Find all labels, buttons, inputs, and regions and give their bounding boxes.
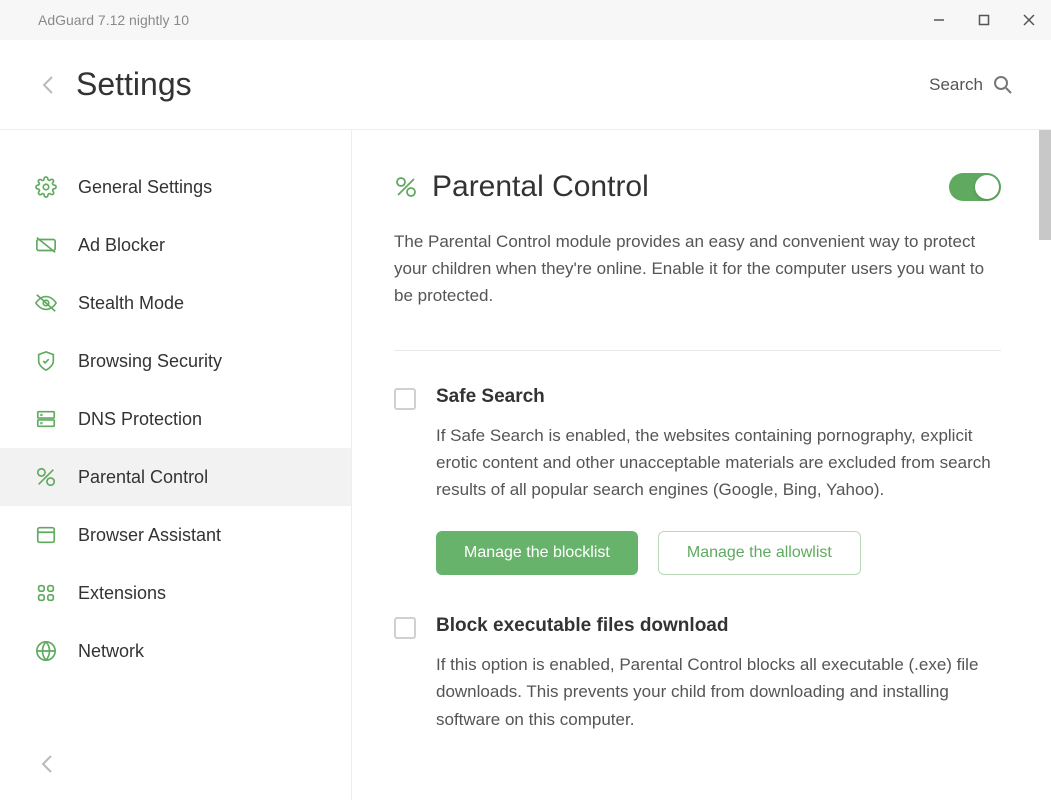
manage-blocklist-button[interactable]: Manage the blocklist xyxy=(436,531,638,575)
sidebar-item-label: General Settings xyxy=(78,177,212,198)
section-title: Parental Control xyxy=(432,170,649,204)
option-title: Block executable files download xyxy=(436,615,1001,637)
content-pane: Parental Control The Parental Control mo… xyxy=(352,130,1051,800)
sidebar-item-assistant[interactable]: Browser Assistant xyxy=(0,506,351,564)
sidebar-item-general[interactable]: General Settings xyxy=(0,158,351,216)
globe-icon xyxy=(34,639,58,663)
parental-icon xyxy=(394,175,418,199)
button-row: Manage the blocklist Manage the allowlis… xyxy=(436,531,1001,575)
sidebar-item-parental[interactable]: Parental Control xyxy=(0,448,351,506)
search-icon xyxy=(993,75,1013,95)
option-title: Safe Search xyxy=(436,386,1001,408)
sidebar-item-network[interactable]: Network xyxy=(0,622,351,680)
option-description: If this option is enabled, Parental Cont… xyxy=(436,651,1001,733)
sidebar-item-label: DNS Protection xyxy=(78,409,202,430)
adblock-icon xyxy=(34,233,58,257)
sidebar-item-security[interactable]: Browsing Security xyxy=(0,332,351,390)
sidebar-item-dns[interactable]: DNS Protection xyxy=(0,390,351,448)
sidebar-item-label: Ad Blocker xyxy=(78,235,165,256)
sidebar-item-extensions[interactable]: Extensions xyxy=(0,564,351,622)
sidebar-item-label: Stealth Mode xyxy=(78,293,184,314)
server-icon xyxy=(34,407,58,431)
close-icon xyxy=(1023,14,1035,26)
sidebar: General Settings Ad Blocker Stealth Mode… xyxy=(0,130,352,800)
browser-icon xyxy=(34,523,58,547)
page-header: Settings Search xyxy=(0,40,1051,130)
main-area: General Settings Ad Blocker Stealth Mode… xyxy=(0,130,1051,800)
manage-allowlist-button[interactable]: Manage the allowlist xyxy=(658,531,861,575)
chevron-left-icon xyxy=(40,753,54,775)
option-body: Safe Search If Safe Search is enabled, t… xyxy=(436,386,1001,576)
sidebar-item-label: Network xyxy=(78,641,144,662)
safe-search-checkbox[interactable] xyxy=(394,388,416,410)
sidebar-item-adblocker[interactable]: Ad Blocker xyxy=(0,216,351,274)
sidebar-item-label: Parental Control xyxy=(78,467,208,488)
back-button[interactable] xyxy=(38,75,58,95)
maximize-button[interactable] xyxy=(961,0,1006,40)
title-bar: AdGuard 7.12 nightly 10 xyxy=(0,0,1051,40)
minimize-button[interactable] xyxy=(916,0,961,40)
window-controls xyxy=(916,0,1051,40)
scrollbar-thumb[interactable] xyxy=(1039,130,1051,240)
sidebar-item-label: Browser Assistant xyxy=(78,525,221,546)
collapse-sidebar-button[interactable] xyxy=(40,753,54,780)
option-block-exe: Block executable files download If this … xyxy=(394,615,1001,733)
close-button[interactable] xyxy=(1006,0,1051,40)
sidebar-item-label: Browsing Security xyxy=(78,351,222,372)
grid-icon xyxy=(34,581,58,605)
section-description: The Parental Control module provides an … xyxy=(394,228,1001,310)
gear-icon xyxy=(34,175,58,199)
page-title: Settings xyxy=(76,66,192,103)
section-header: Parental Control xyxy=(394,170,1001,204)
shield-icon xyxy=(34,349,58,373)
search-label: Search xyxy=(929,75,983,95)
module-toggle[interactable] xyxy=(949,173,1001,201)
eye-off-icon xyxy=(34,291,58,315)
chevron-left-icon xyxy=(41,74,55,96)
option-body: Block executable files download If this … xyxy=(436,615,1001,733)
option-safe-search: Safe Search If Safe Search is enabled, t… xyxy=(394,386,1001,576)
sidebar-item-stealth[interactable]: Stealth Mode xyxy=(0,274,351,332)
sidebar-item-label: Extensions xyxy=(78,583,166,604)
parental-icon xyxy=(34,465,58,489)
toggle-knob xyxy=(975,175,999,199)
minimize-icon xyxy=(933,14,945,26)
maximize-icon xyxy=(978,14,990,26)
divider xyxy=(394,350,1001,351)
block-exe-checkbox[interactable] xyxy=(394,617,416,639)
search-button[interactable]: Search xyxy=(929,75,1013,95)
option-description: If Safe Search is enabled, the websites … xyxy=(436,422,1001,504)
window-title: AdGuard 7.12 nightly 10 xyxy=(38,12,189,28)
